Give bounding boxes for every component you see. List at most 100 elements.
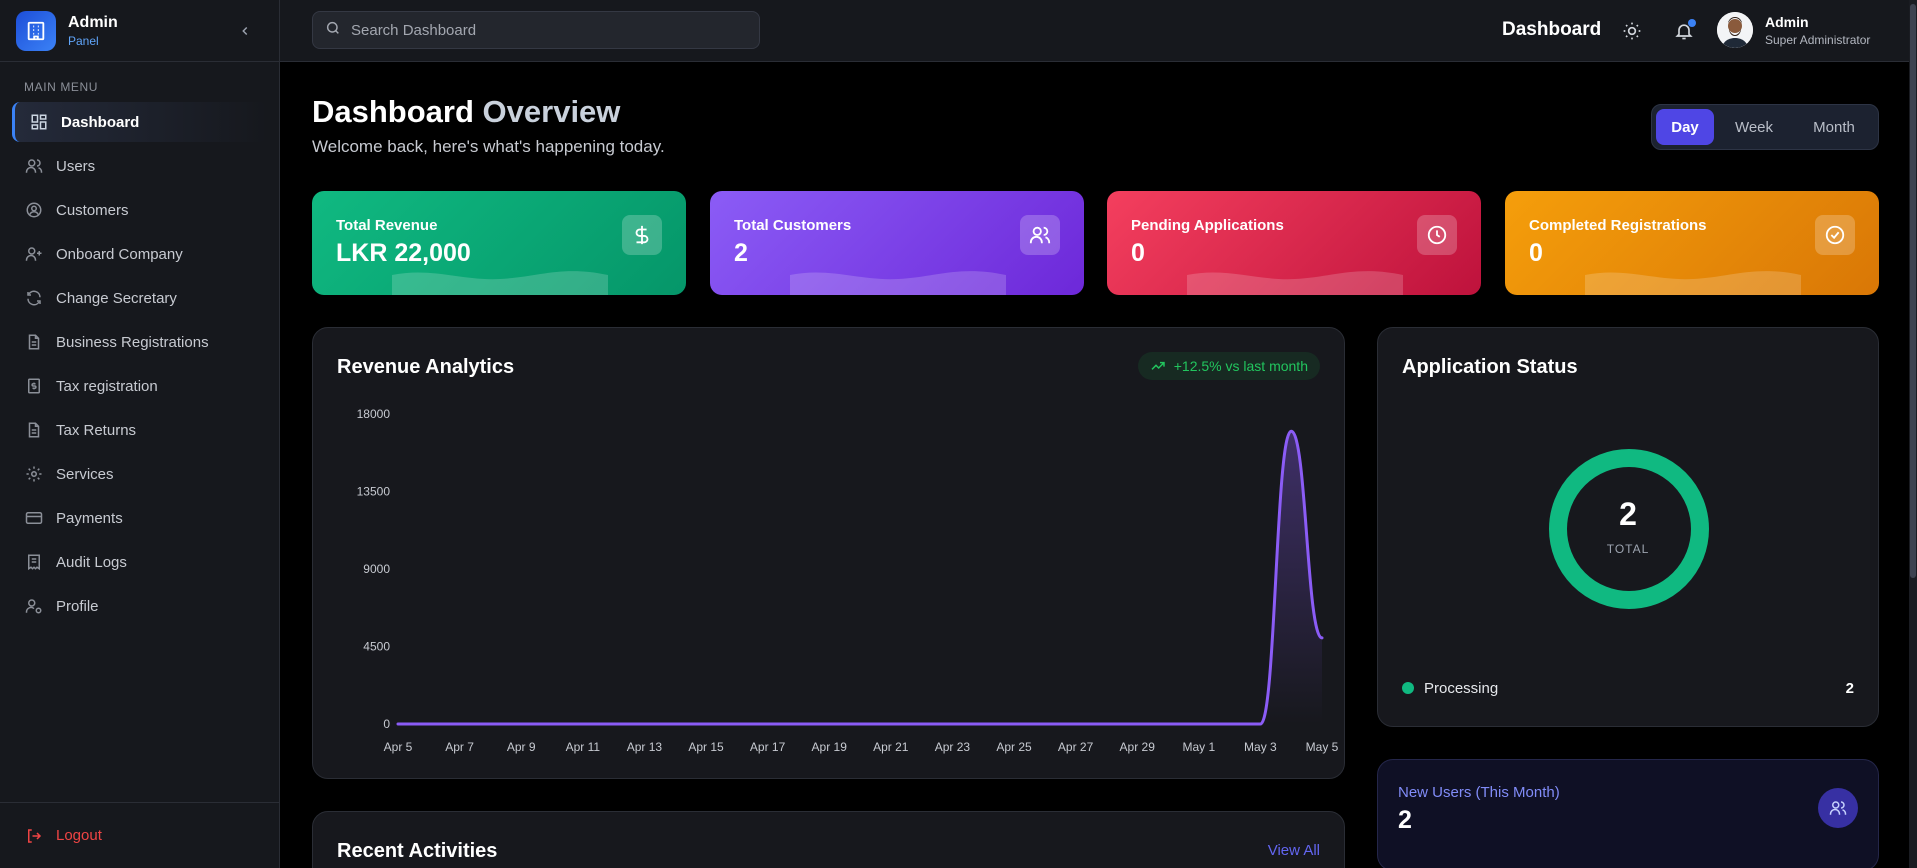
- period-day-button[interactable]: Day: [1656, 109, 1714, 145]
- stat-value: LKR 22,000: [336, 239, 471, 267]
- search-input[interactable]: [351, 21, 731, 39]
- y-tick-label: 13500: [357, 485, 391, 499]
- refresh-icon: [24, 288, 44, 308]
- stat-value: 2: [734, 239, 748, 267]
- notification-dot: [1688, 19, 1696, 27]
- x-tick-label: Apr 13: [627, 740, 663, 754]
- page-title: Dashboard Overview: [312, 94, 620, 130]
- stat-value: 0: [1529, 239, 1543, 267]
- period-week-button[interactable]: Week: [1714, 109, 1794, 145]
- user-circle-icon: [24, 200, 44, 220]
- logout-button[interactable]: Logout: [0, 802, 279, 868]
- page-title-main: Dashboard: [312, 94, 474, 129]
- stat-label: Total Customers: [734, 217, 852, 234]
- x-tick-label: Apr 11: [566, 740, 601, 754]
- application-status-card: Application Status 2 TOTAL Processing 2: [1377, 327, 1879, 727]
- brand-title: Admin: [68, 13, 118, 31]
- users-icon: [1020, 215, 1060, 255]
- users-icon: [1818, 788, 1858, 828]
- x-tick-label: Apr 5: [384, 740, 413, 754]
- user-name: Admin: [1765, 14, 1809, 30]
- sidebar-item-label: Audit Logs: [56, 553, 127, 571]
- sidebar-item-change-secretary[interactable]: Change Secretary: [12, 278, 267, 318]
- sidebar-item-label: Customers: [56, 201, 129, 219]
- y-tick-label: 18000: [357, 407, 391, 421]
- sidebar-item-label: Tax Returns: [56, 421, 137, 439]
- dollar-icon: [622, 215, 662, 255]
- y-tick-label: 9000: [363, 562, 390, 576]
- receipt-icon: [24, 552, 44, 572]
- x-tick-label: Apr 9: [507, 740, 536, 754]
- sidebar-item-label: Onboard Company: [56, 245, 183, 263]
- avatar[interactable]: [1717, 12, 1753, 48]
- decorative-wave: [790, 271, 1006, 295]
- sun-icon[interactable]: [1620, 19, 1644, 43]
- sidebar-item-tax-registration[interactable]: Tax registration: [12, 366, 267, 406]
- y-tick-label: 4500: [363, 640, 390, 654]
- sidebar-item-label: Payments: [56, 509, 123, 527]
- users-icon: [24, 156, 44, 176]
- sidebar-item-dashboard[interactable]: Dashboard: [12, 102, 267, 142]
- user-cog-icon: [24, 596, 44, 616]
- donut-total-label: TOTAL: [1606, 542, 1650, 556]
- sidebar-item-label: Profile: [56, 597, 99, 615]
- sidebar-item-onboard-company[interactable]: Onboard Company: [12, 234, 267, 274]
- stat-card-total-customers[interactable]: Total Customers 2: [710, 191, 1084, 295]
- sidebar-item-label: Services: [56, 465, 114, 483]
- revenue-chart: 0 4500 9000 13500 18000 Apr 5 Apr 7 Apr 9 Apr 11…: [357, 407, 1339, 754]
- view-all-link[interactable]: View All: [1268, 842, 1320, 859]
- sidebar: Admin Panel MAIN MENU Dashboard Users Cu…: [0, 0, 280, 868]
- legend-dot: [1402, 682, 1414, 694]
- legend-count: 2: [1845, 679, 1854, 697]
- sidebar-item-label: Change Secretary: [56, 289, 177, 307]
- sidebar-item-business-registrations[interactable]: Business Registrations: [12, 322, 267, 362]
- page-subtitle: Welcome back, here's what's happening to…: [312, 137, 665, 156]
- stat-card-total-revenue[interactable]: Total Revenue LKR 22,000: [312, 191, 686, 295]
- sidebar-item-tax-returns[interactable]: Tax Returns: [12, 410, 267, 450]
- new-users-label: New Users (This Month): [1398, 784, 1560, 801]
- sidebar-item-label: Dashboard: [61, 113, 140, 131]
- user-role: Super Administrator: [1765, 33, 1871, 47]
- period-month-button[interactable]: Month: [1794, 109, 1874, 145]
- dollar-document-icon: [24, 376, 44, 396]
- x-tick-label: Apr 25: [996, 740, 1032, 754]
- stat-label: Completed Registrations: [1529, 217, 1707, 234]
- check-circle-icon: [1815, 215, 1855, 255]
- decorative-wave: [1187, 271, 1403, 295]
- search-box[interactable]: [312, 11, 760, 49]
- x-tick-label: Apr 15: [688, 740, 724, 754]
- chevron-left-icon[interactable]: [235, 21, 255, 41]
- x-tick-label: May 1: [1182, 740, 1215, 754]
- sidebar-item-users[interactable]: Users: [12, 146, 267, 186]
- legend-item-processing: Processing 2: [1402, 678, 1854, 698]
- revenue-series-line[interactable]: [396, 429, 1324, 726]
- period-toggle: Day Week Month: [1651, 104, 1879, 150]
- stat-card-pending-applications[interactable]: Pending Applications 0: [1107, 191, 1481, 295]
- x-tick-label: Apr 27: [1058, 740, 1094, 754]
- x-tick-label: Apr 17: [750, 740, 786, 754]
- sidebar-item-customers[interactable]: Customers: [12, 190, 267, 230]
- legend-label: Processing: [1424, 679, 1499, 697]
- revenue-analytics-card: Revenue Analytics +12.5% vs last month 0…: [312, 327, 1345, 779]
- building-icon: [16, 10, 56, 51]
- sidebar-item-profile[interactable]: Profile: [12, 586, 267, 626]
- stat-label: Pending Applications: [1131, 217, 1284, 234]
- top-header: Dashboard Admin Super Administrator: [280, 0, 1917, 62]
- new-users-card: New Users (This Month) 2: [1377, 759, 1879, 868]
- clock-icon: [1417, 215, 1457, 255]
- credit-card-icon: [24, 508, 44, 528]
- x-tick-label: Apr 29: [1120, 740, 1156, 754]
- sidebar-item-services[interactable]: Services: [12, 454, 267, 494]
- sidebar-item-payments[interactable]: Payments: [12, 498, 267, 538]
- decorative-wave: [392, 271, 608, 295]
- sidebar-item-audit-logs[interactable]: Audit Logs: [12, 542, 267, 582]
- page-scrollbar[interactable]: [1909, 0, 1917, 868]
- header-title: Dashboard: [1502, 19, 1602, 40]
- bell-icon[interactable]: [1672, 19, 1696, 43]
- scrollbar-thumb[interactable]: [1910, 4, 1916, 578]
- x-tick-label: Apr 19: [812, 740, 848, 754]
- decorative-wave: [1585, 271, 1801, 295]
- gear-icon: [24, 464, 44, 484]
- stat-card-completed-registrations[interactable]: Completed Registrations 0: [1505, 191, 1879, 295]
- stat-value: 0: [1131, 239, 1145, 267]
